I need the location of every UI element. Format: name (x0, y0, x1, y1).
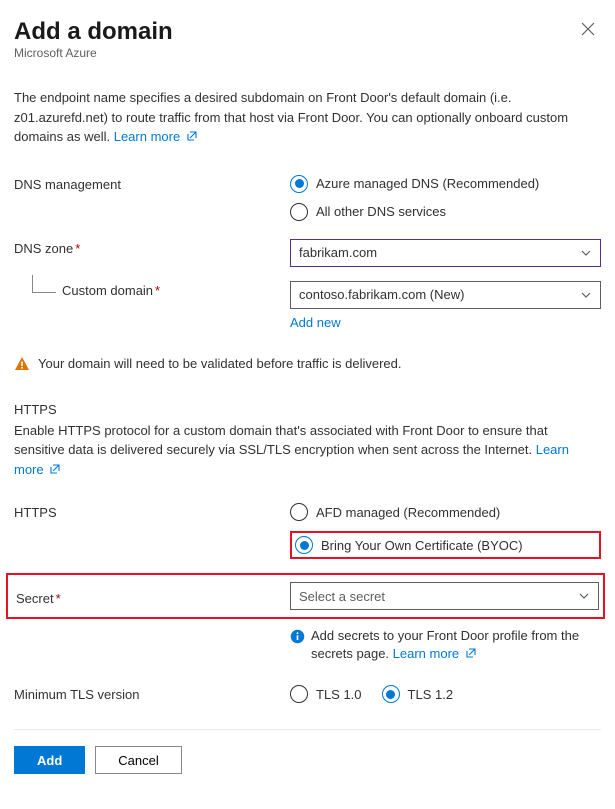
warning-icon (14, 356, 30, 372)
external-link-icon (49, 463, 61, 475)
external-link-icon (186, 130, 198, 142)
radio-https-byoc[interactable]: Bring Your Own Certificate (BYOC) (295, 536, 523, 554)
dns-zone-label: DNS zone* (14, 239, 290, 256)
radio-label: Azure managed DNS (Recommended) (316, 176, 539, 191)
secret-info-text: Add secrets to your Front Door profile f… (311, 627, 601, 663)
radio-dns-azure[interactable]: Azure managed DNS (Recommended) (290, 175, 601, 193)
custom-domain-value: contoso.fabrikam.com (New) (299, 287, 464, 302)
chevron-down-icon (578, 590, 590, 602)
intro-learn-more-link[interactable]: Learn more (114, 129, 198, 144)
secret-learn-more-link[interactable]: Learn more (393, 646, 477, 661)
custom-domain-label: Custom domain* (14, 281, 290, 298)
divider (14, 729, 601, 730)
dns-zone-value: fabrikam.com (299, 245, 377, 260)
radio-label: All other DNS services (316, 204, 446, 219)
radio-https-managed[interactable]: AFD managed (Recommended) (290, 503, 601, 521)
cancel-button[interactable]: Cancel (95, 746, 181, 774)
secret-placeholder: Select a secret (299, 589, 385, 604)
highlight-byoc: Bring Your Own Certificate (BYOC) (290, 531, 601, 559)
chevron-down-icon (580, 247, 592, 259)
dns-management-label: DNS management (14, 175, 290, 192)
external-link-icon (465, 647, 477, 659)
radio-tls12[interactable]: TLS 1.2 (382, 685, 454, 703)
secret-dropdown[interactable]: Select a secret (290, 582, 599, 610)
radio-icon (382, 685, 400, 703)
https-label: HTTPS (14, 503, 290, 520)
radio-icon (290, 503, 308, 521)
warning-text: Your domain will need to be validated be… (38, 356, 402, 371)
radio-icon (295, 536, 313, 554)
radio-label: Bring Your Own Certificate (BYOC) (321, 538, 523, 553)
radio-icon (290, 175, 308, 193)
add-button[interactable]: Add (14, 746, 85, 774)
highlight-secret: Secret* Select a secret (6, 573, 605, 619)
custom-domain-dropdown[interactable]: contoso.fabrikam.com (New) (290, 281, 601, 309)
secret-label: Secret* (16, 587, 290, 606)
radio-icon (290, 685, 308, 703)
radio-label: AFD managed (Recommended) (316, 505, 500, 520)
page-subtitle: Microsoft Azure (14, 46, 173, 60)
page-title: Add a domain (14, 18, 173, 46)
https-heading: HTTPS (14, 402, 601, 417)
dns-zone-dropdown[interactable]: fabrikam.com (290, 239, 601, 267)
close-button[interactable] (575, 18, 601, 43)
https-desc: Enable HTTPS protocol for a custom domai… (14, 421, 601, 480)
radio-tls10[interactable]: TLS 1.0 (290, 685, 362, 703)
add-new-link[interactable]: Add new (290, 315, 341, 330)
radio-label: TLS 1.0 (316, 687, 362, 702)
radio-label: TLS 1.2 (408, 687, 454, 702)
info-icon (290, 629, 305, 644)
close-icon (581, 22, 595, 36)
chevron-down-icon (580, 289, 592, 301)
radio-dns-other[interactable]: All other DNS services (290, 203, 601, 221)
radio-icon (290, 203, 308, 221)
intro-text: The endpoint name specifies a desired su… (14, 88, 601, 147)
tls-label: Minimum TLS version (14, 685, 290, 702)
hierarchy-indicator-icon (32, 275, 56, 293)
